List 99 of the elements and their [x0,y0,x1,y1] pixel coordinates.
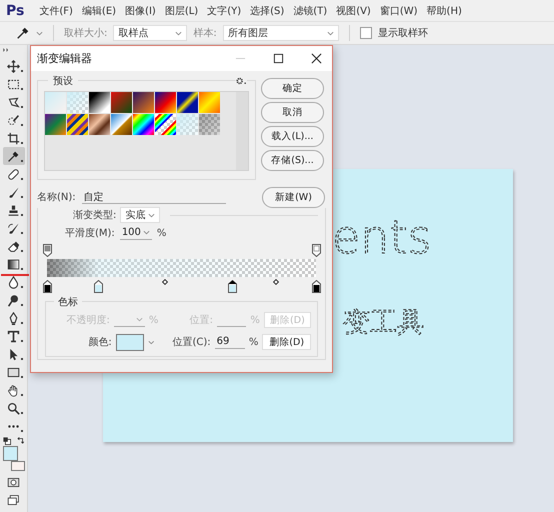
default-colors-icon[interactable] [2,437,10,445]
gradient-preset[interactable] [155,92,176,113]
percent-unit: % [148,314,158,326]
menu-item[interactable]: 图像(I) [125,4,156,18]
opacity-label: 不透明度: [65,314,110,327]
caret-icon[interactable] [36,30,43,36]
eyedropper-icon [7,150,20,162]
crop-icon [7,132,20,144]
gradient-preset[interactable] [89,92,110,113]
gradient-preset[interactable] [133,114,154,135]
pen-icon [7,312,20,324]
color-stop[interactable] [94,280,103,293]
opacity-stop[interactable] [42,244,52,257]
eyedropper-icon[interactable] [16,26,30,40]
midpoint-diamond[interactable] [162,279,168,285]
history-brush-icon [7,222,20,234]
swap-colors-icon[interactable] [16,437,24,445]
midpoint-diamond[interactable] [272,279,279,285]
lasso-icon [7,96,20,108]
app-logo: Ps [6,2,24,18]
stamp-icon [7,204,20,216]
eraser-icon [7,240,20,252]
gradient-preset[interactable] [111,114,132,135]
settings-icon[interactable] [236,77,247,85]
caret-icon [175,30,182,36]
gradient-icon [7,258,20,270]
stop-color-swatch[interactable] [116,334,144,350]
show-ring-label: 显示取样环 [378,26,428,40]
gradient-type-label: 渐变类型: [73,208,116,222]
bandage-icon [7,168,20,180]
gradient-bar[interactable] [47,259,316,277]
sample-size-dropdown[interactable]: 取样点 [113,25,188,41]
quick-mask-icon[interactable] [7,476,20,489]
presets-label: 预设 [48,74,78,88]
menu-item[interactable]: 窗口(W) [380,4,418,18]
caret-icon[interactable] [148,338,154,346]
close-icon[interactable] [311,53,322,64]
show-ring-checkbox[interactable] [360,27,372,39]
rectangle-icon [7,366,20,378]
percent-unit: % [156,228,166,238]
hand-icon [7,384,20,396]
position-label: 位置(C): [172,336,211,349]
menu-item[interactable]: 编辑(E) [82,4,116,18]
gradient-preset[interactable] [155,114,176,135]
color-label: 颜色: [87,336,112,349]
dialog-button[interactable]: 取消 [261,102,324,123]
menu-item[interactable]: 文字(Y) [207,4,242,18]
sample-label: 样本: [193,26,217,40]
menu-item[interactable]: 帮助(H) [426,4,462,18]
menu-item[interactable]: 文件(F) [39,4,73,18]
percent-unit: % [250,314,260,326]
sample-dropdown[interactable]: 所有图层 [222,25,339,41]
drop-icon [7,276,20,288]
new-button[interactable]: 新建(W) [262,186,325,208]
sample-size-label: 取样大小: [64,26,108,40]
dialog-button[interactable]: 存储(S)... [261,150,324,171]
marquee-icon [7,78,20,90]
dashed-outline-text: 变工具 [343,307,424,338]
type-icon [7,330,20,342]
menu-item[interactable]: 滤镜(T) [293,4,328,18]
caret-icon [326,30,334,36]
position-label: 位置: [188,314,214,327]
caret-icon [148,212,156,218]
move-icon [7,60,20,72]
delete-button[interactable]: 删除(D) [262,334,311,350]
color-stop[interactable] [312,280,320,293]
foreground-color-swatch[interactable] [2,446,18,461]
name-field[interactable]: 自定 [82,190,226,204]
percent-unit: % [248,336,258,348]
brush-icon [7,186,20,198]
gradient-preset[interactable] [89,114,110,135]
smoothness-field[interactable]: 100 [120,226,152,240]
dodge-icon [7,294,20,306]
smoothness-label: 平滑度(M): [65,226,115,240]
dialog-title: 渐变编辑器 [37,51,93,66]
screen-mode-icon[interactable] [7,494,20,507]
caret-icon [136,316,143,323]
gradient-preset[interactable] [177,92,198,113]
selected-tool-button[interactable] [2,147,24,165]
background-color-swatch[interactable] [10,461,24,471]
opacity-stop[interactable] [312,244,320,257]
dashed-outline-text: ents [332,210,432,264]
stops-label: 色标 [54,295,82,309]
gradient-type-dropdown[interactable]: 实底 [120,207,160,223]
dialog-button[interactable]: 载入(L)... [261,126,324,147]
color-stop[interactable] [42,280,52,293]
color-stop[interactable] [228,280,238,293]
name-label: 名称(N): [37,191,76,204]
collapse-icon[interactable] [3,48,10,52]
menu-item[interactable]: 图层(L) [164,4,198,18]
dialog-button[interactable]: 确定 [261,78,324,99]
maximize-icon[interactable] [273,53,284,64]
zoom-icon [7,402,20,414]
menu-item[interactable]: 选择(S) [250,4,284,18]
position-field[interactable]: 69 [214,335,245,349]
menu-item[interactable]: 视图(V) [336,4,371,18]
caret-icon [142,229,150,236]
gradient-preset[interactable] [67,114,88,135]
selection-brush-icon [7,114,20,126]
